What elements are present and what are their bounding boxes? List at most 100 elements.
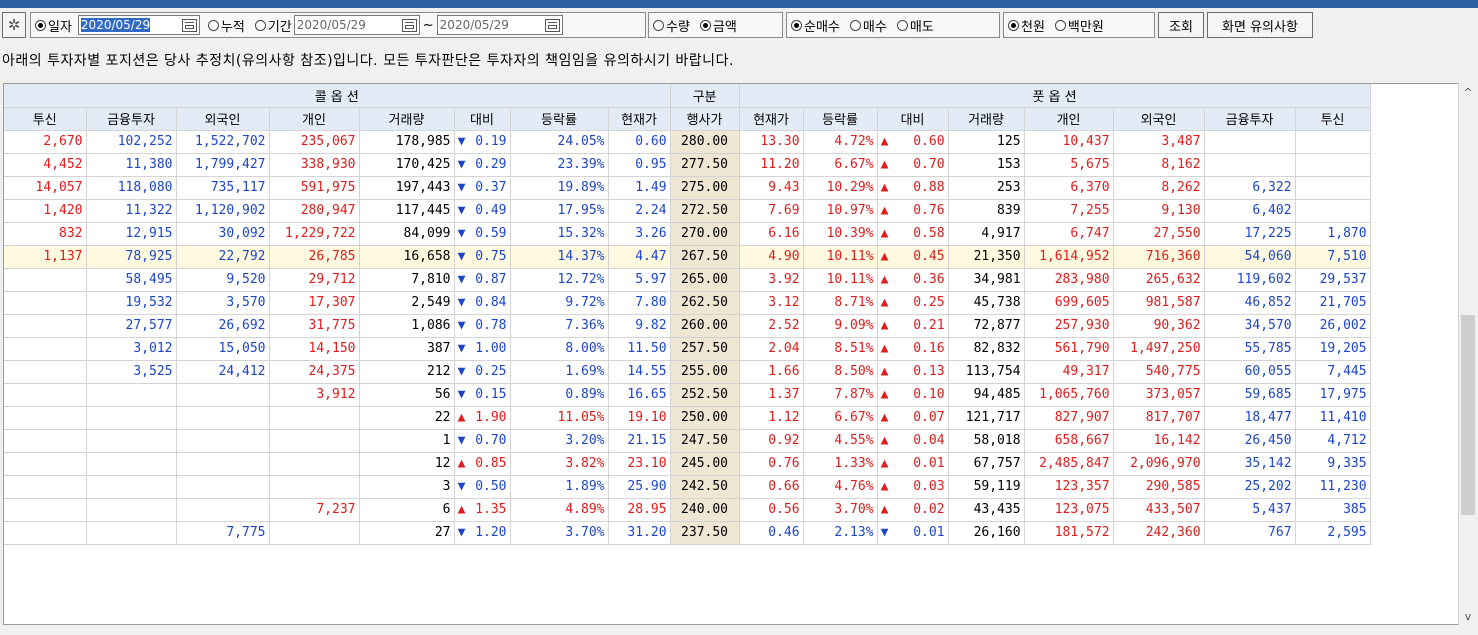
column-header[interactable]: 개인 bbox=[269, 107, 360, 131]
trade-option-buy[interactable]: 매수 bbox=[846, 16, 887, 35]
scroll-down-icon[interactable]: v bbox=[1459, 607, 1477, 625]
change-value: 0.50 bbox=[475, 479, 507, 494]
date-from-value[interactable]: 2020/05/29 bbox=[297, 18, 366, 32]
column-header[interactable]: 금융투자 bbox=[1204, 107, 1296, 131]
call-for-cell bbox=[176, 383, 270, 407]
table-row[interactable]: 1,137 78,925 22,792 26,785 16,658 ▼ 0.75 14.37%… bbox=[4, 245, 1371, 269]
table-row[interactable]: 7,775 27 ▼ 1.20 3.70% 31.20 237.50 0.46 2.13% ▼ 0.… bbox=[4, 521, 1371, 545]
strike-price-cell: 272.50 bbox=[670, 199, 740, 223]
table-row[interactable]: 3 ▼ 0.50 1.89% 25.90 242.50 0.66 4.76% ▲ 0.03 59,1… bbox=[4, 475, 1371, 499]
measure-option-amount[interactable]: 금액 bbox=[696, 16, 737, 35]
column-header[interactable]: 등락률 bbox=[803, 107, 878, 131]
column-header[interactable]: 현재가 bbox=[608, 107, 671, 131]
column-header[interactable]: 거래량 bbox=[359, 107, 455, 131]
column-header[interactable]: 대비 bbox=[877, 107, 949, 131]
calendar-icon[interactable] bbox=[181, 18, 197, 32]
call-volume-cell: 3 bbox=[359, 475, 455, 499]
settings-button[interactable]: ✲ bbox=[2, 12, 26, 38]
put-fin-cell: 767 bbox=[1204, 521, 1296, 545]
put-fin-cell: 18,477 bbox=[1204, 406, 1296, 430]
put-fin-cell: 6,402 bbox=[1204, 199, 1296, 223]
down-arrow-icon: ▼ bbox=[457, 272, 466, 287]
column-header[interactable]: 금융투자 bbox=[86, 107, 177, 131]
trade-radio-sell[interactable] bbox=[896, 19, 908, 31]
column-header[interactable]: 외국인 bbox=[1113, 107, 1205, 131]
column-header[interactable]: 외국인 bbox=[176, 107, 270, 131]
unit-option-million[interactable]: 백만원 bbox=[1051, 16, 1104, 35]
table-row[interactable]: 1,420 11,322 1,120,902 280,947 117,445 ▼ 0.49 1… bbox=[4, 199, 1371, 223]
table-row[interactable]: 12 ▲ 0.85 3.82% 23.10 245.00 0.76 1.33% ▲ 0.01 67,… bbox=[4, 452, 1371, 476]
trade-radio-net[interactable] bbox=[791, 19, 802, 31]
single-date-field[interactable]: 2020/05/29 bbox=[77, 15, 200, 35]
table-row[interactable]: 3,525 24,412 24,375 212 ▼ 0.25 1.69% 14.55 255.0… bbox=[4, 360, 1371, 384]
call-ind-cell: 591,975 bbox=[269, 176, 360, 200]
table-row[interactable]: 22 ▲ 1.90 11.05% 19.10 250.00 1.12 6.67% ▲ 0.07 12… bbox=[4, 406, 1371, 430]
table-row[interactable]: 7,237 6 ▲ 1.35 4.89% 28.95 240.00 0.56 3.70% ▲ 0.0… bbox=[4, 498, 1371, 522]
put-rate-cell: 6.67% bbox=[803, 406, 878, 430]
column-header[interactable]: 현재가 bbox=[739, 107, 804, 131]
unit-radio-million[interactable] bbox=[1054, 19, 1066, 31]
single-date-value[interactable]: 2020/05/29 bbox=[80, 18, 151, 32]
measure-radio-quantity[interactable] bbox=[653, 19, 664, 31]
put-price-cell: 2.04 bbox=[739, 337, 804, 361]
put-volume-cell: 121,717 bbox=[948, 406, 1025, 430]
column-header[interactable]: 거래량 bbox=[948, 107, 1025, 131]
date-to-field[interactable]: 2020/05/29 bbox=[436, 15, 563, 35]
change-value: 0.37 bbox=[475, 180, 507, 195]
call-price-cell: 9.82 bbox=[608, 314, 671, 338]
query-button[interactable]: 조회 bbox=[1158, 12, 1204, 38]
mode-radio-daily[interactable] bbox=[35, 19, 46, 31]
table-row[interactable]: 4,452 11,380 1,799,427 338,930 170,425 ▼ 0.29 2… bbox=[4, 153, 1371, 177]
table-row[interactable]: 3,912 56 ▼ 0.15 0.89% 16.65 252.50 1.37 7.87% ▲ 0.… bbox=[4, 383, 1371, 407]
vertical-scrollbar[interactable]: ^ v bbox=[1458, 83, 1477, 625]
column-header[interactable]: 행사가 bbox=[670, 107, 740, 131]
trade-option-sell[interactable]: 매도 bbox=[893, 16, 934, 35]
column-header[interactable]: 등락률 bbox=[510, 107, 609, 131]
call-trust-cell bbox=[4, 268, 87, 292]
call-ind-cell: 280,947 bbox=[269, 199, 360, 223]
table-row[interactable]: 2,670 102,252 1,522,702 235,067 178,985 ▼ 0.19… bbox=[4, 130, 1371, 154]
screen-notice-button[interactable]: 화면 유의사항 bbox=[1207, 12, 1313, 38]
unit-option-thousand[interactable]: 천원 bbox=[1004, 16, 1045, 35]
table-row[interactable]: 832 12,915 30,092 1,229,722 84,099 ▼ 0.59 15.32… bbox=[4, 222, 1371, 246]
put-volume-cell: 45,738 bbox=[948, 291, 1025, 315]
column-header[interactable]: 투신 bbox=[4, 107, 87, 131]
call-for-cell: 735,117 bbox=[176, 176, 270, 200]
put-change-cell: ▲ 0.04 bbox=[877, 429, 949, 453]
table-row[interactable]: 14,057 118,080 735,117 591,975 197,443 ▼ 0.37 1… bbox=[4, 176, 1371, 200]
table-row[interactable]: 58,495 9,520 29,712 7,810 ▼ 0.87 12.72% 5.97 265… bbox=[4, 268, 1371, 292]
put-rate-cell: 4.55% bbox=[803, 429, 878, 453]
unit-radio-thousand[interactable] bbox=[1008, 19, 1019, 31]
measure-option-quantity[interactable]: 수량 bbox=[649, 16, 690, 35]
date-from-field[interactable]: 2020/05/29 bbox=[293, 15, 420, 35]
scroll-up-icon[interactable]: ^ bbox=[1459, 83, 1477, 101]
down-arrow-icon: ▼ bbox=[457, 134, 466, 149]
table-row[interactable]: 19,532 3,570 17,307 2,549 ▼ 0.84 9.72% 7.80 262.… bbox=[4, 291, 1371, 315]
mode-radio-cumulative[interactable] bbox=[207, 19, 219, 31]
column-header[interactable]: 투신 bbox=[1295, 107, 1371, 131]
measure-radio-amount[interactable] bbox=[699, 19, 711, 31]
mode-label-cumulative: 누적 bbox=[220, 19, 245, 35]
table-row[interactable]: 27,577 26,692 31,775 1,086 ▼ 0.78 7.36% 9.82 260… bbox=[4, 314, 1371, 338]
mode-option-range[interactable]: 기간 bbox=[251, 16, 292, 35]
put-volume-cell: 4,917 bbox=[948, 222, 1025, 246]
column-header[interactable]: 대비 bbox=[454, 107, 511, 131]
mode-radio-range[interactable] bbox=[254, 19, 266, 31]
trade-option-net[interactable]: 순매수 bbox=[787, 16, 840, 35]
table-row[interactable]: 1 ▼ 0.70 3.20% 21.15 247.50 0.92 4.55% ▲ 0.04 58,0… bbox=[4, 429, 1371, 453]
calendar-icon[interactable] bbox=[544, 18, 560, 32]
change-value: 0.49 bbox=[475, 203, 507, 218]
mode-option-daily[interactable]: 일자 bbox=[31, 16, 72, 35]
calendar-icon[interactable] bbox=[401, 18, 417, 32]
mode-option-cumulative[interactable]: 누적 bbox=[204, 16, 245, 35]
call-trust-cell bbox=[4, 314, 87, 338]
call-change-cell: ▼ 1.20 bbox=[454, 521, 511, 545]
trade-radio-buy[interactable] bbox=[849, 19, 861, 31]
date-to-value[interactable]: 2020/05/29 bbox=[440, 18, 509, 32]
call-price-cell: 14.55 bbox=[608, 360, 671, 384]
column-header[interactable]: 개인 bbox=[1024, 107, 1114, 131]
scrollbar-thumb[interactable] bbox=[1461, 315, 1475, 515]
down-arrow-icon: ▼ bbox=[457, 318, 466, 333]
options-investor-grid: 콜 옵 션 구분 풋 옵 션 투신 금융투자 외국인 개인 거래량 대비 등락률 현재가 행사가… bbox=[3, 83, 1460, 625]
table-row[interactable]: 3,012 15,050 14,150 387 ▼ 1.00 8.00% 11.50 257.5… bbox=[4, 337, 1371, 361]
